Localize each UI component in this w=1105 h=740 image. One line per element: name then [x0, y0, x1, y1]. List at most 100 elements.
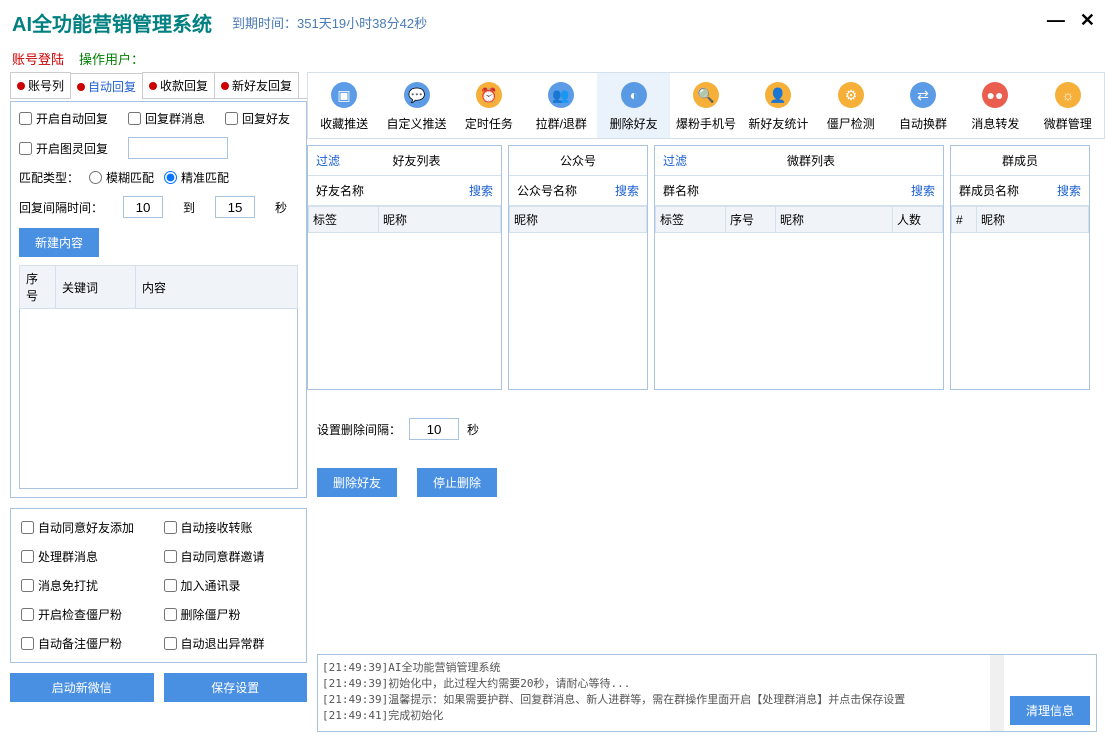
chk-exit-abnormal-group[interactable]: 自动退出异常群	[164, 635, 297, 652]
tab-accounts[interactable]: 账号列	[10, 72, 71, 98]
dot-icon	[149, 82, 157, 90]
toolbar-label: 自定义推送	[387, 115, 447, 132]
svg-text:💬: 💬	[408, 87, 426, 104]
friends-filter-link[interactable]: 过滤	[316, 152, 340, 169]
to-label: 到	[183, 199, 195, 216]
toolbar-icon: ▣	[328, 79, 360, 111]
toolbar-label: 消息转发	[971, 115, 1019, 132]
groups-panel: 过滤 微群列表 群名称 搜索 标签 序号 昵称 人数	[654, 145, 944, 390]
friends-body[interactable]	[308, 233, 501, 389]
log-text[interactable]: [21:49:39]AI全功能营销管理系统 [21:49:39]初始化中，此过程…	[318, 655, 990, 731]
chk-backup-zombie[interactable]: 自动备注僵尸粉	[21, 635, 154, 652]
countdown-label: 到期时间：	[232, 13, 297, 32]
toolbar-btn-3[interactable]: 👥 拉群/退群	[525, 73, 597, 138]
friends-col-nick[interactable]: 昵称	[379, 207, 501, 233]
toolbar-btn-0[interactable]: ▣收藏推送	[308, 73, 380, 138]
svg-text:▣: ▣	[338, 87, 351, 103]
radio-exact[interactable]: 精准匹配	[164, 169, 229, 186]
tab-payment-reply[interactable]: 收款回复	[142, 72, 215, 98]
start-wechat-button[interactable]: 启动新微信	[10, 673, 154, 702]
groups-title: 微群列表	[687, 152, 935, 169]
groups-col-count[interactable]: 人数	[893, 207, 943, 233]
public-col-nick[interactable]: 昵称	[510, 207, 647, 233]
chk-dnd[interactable]: 消息免打扰	[21, 577, 154, 594]
clear-log-button[interactable]: 清理信息	[1010, 696, 1090, 725]
col-keyword[interactable]: 关键词	[56, 266, 136, 309]
chk-auto-accept-group-invite[interactable]: 自动同意群邀请	[164, 548, 297, 565]
toolbar-btn-8[interactable]: ⇄自动换群	[887, 73, 959, 138]
close-button[interactable]: ✕	[1080, 10, 1095, 31]
members-search-button[interactable]: 搜索	[1057, 182, 1081, 199]
members-body[interactable]	[951, 233, 1089, 389]
toolbar-icon: 👥	[545, 79, 577, 111]
login-label[interactable]: 账号登陆	[12, 49, 64, 68]
tab-auto-reply[interactable]: 自动回复	[70, 73, 143, 99]
chk-delete-zombie[interactable]: 删除僵尸粉	[164, 606, 297, 623]
left-tabs: 账号列 自动回复 收款回复 新好友回复	[10, 72, 307, 99]
toolbar-label: 僵尸检测	[827, 115, 875, 132]
members-panel: 群成员 群成员名称 搜索 # 昵称	[950, 145, 1090, 390]
groups-col-tag[interactable]: 标签	[656, 207, 726, 233]
chk-auto-accept-transfer[interactable]: 自动接收转账	[164, 519, 297, 536]
toolbar-btn-9[interactable]: ●●消息转发	[959, 73, 1031, 138]
new-content-button[interactable]: 新建内容	[19, 228, 99, 257]
toolbar-btn-10[interactable]: ☼微群管理	[1032, 73, 1104, 138]
tab-newfriend-reply[interactable]: 新好友回复	[214, 72, 299, 98]
public-title: 公众号	[517, 152, 639, 169]
stop-delete-button[interactable]: 停止删除	[417, 468, 497, 497]
friends-panel: 过滤 好友列表 好友名称 搜索 标签 昵称	[307, 145, 502, 390]
radio-fuzzy[interactable]: 模糊匹配	[89, 169, 154, 186]
toolbar-label: 爆粉手机号	[676, 115, 736, 132]
friends-col-tag[interactable]: 标签	[309, 207, 379, 233]
toolbar-icon: ⏰	[473, 79, 505, 111]
tuling-input[interactable]	[128, 137, 228, 159]
interval-to-input[interactable]	[215, 196, 255, 218]
toolbar-icon: 💬	[401, 79, 433, 111]
toolbar-btn-4[interactable]: ◐ 删除好友	[597, 73, 669, 138]
chk-auto-accept-friend[interactable]: 自动同意好友添加	[21, 519, 154, 536]
groups-body[interactable]	[655, 233, 943, 389]
toolbar-label: 新好友统计	[748, 115, 808, 132]
members-col-nick[interactable]: 昵称	[977, 207, 1089, 233]
toolbar-label: 删除好友	[610, 115, 658, 132]
svg-text:◐: ◐	[629, 87, 637, 103]
toolbar-btn-7[interactable]: ⚙ 僵尸检测	[815, 73, 887, 138]
toolbar-icon: ◐	[618, 79, 650, 111]
groups-col-seq[interactable]: 序号	[726, 207, 776, 233]
members-col-hash[interactable]: #	[952, 207, 977, 233]
dot-icon	[77, 83, 85, 91]
chk-check-zombie[interactable]: 开启检查僵尸粉	[21, 606, 154, 623]
groups-filter-link[interactable]: 过滤	[663, 152, 687, 169]
groups-search-button[interactable]: 搜索	[911, 182, 935, 199]
toolbar-label: 微群管理	[1044, 115, 1092, 132]
log-scrollbar[interactable]	[990, 655, 1004, 731]
minimize-button[interactable]: —	[1047, 10, 1065, 31]
delete-interval-unit: 秒	[467, 421, 479, 438]
toolbar-btn-1[interactable]: 💬 自定义推送	[380, 73, 452, 138]
toolbar-btn-2[interactable]: ⏰定时任务	[453, 73, 525, 138]
col-content[interactable]: 内容	[136, 266, 298, 309]
toolbar-label: 拉群/退群	[536, 115, 587, 132]
interval-from-input[interactable]	[123, 196, 163, 218]
groups-col-nick[interactable]: 昵称	[776, 207, 893, 233]
chk-reply-friend[interactable]: 回复好友	[225, 110, 290, 127]
delete-interval-input[interactable]	[409, 418, 459, 440]
dot-icon	[221, 82, 229, 90]
reply-table: 序号 关键词 内容	[19, 265, 298, 489]
chk-reply-group[interactable]: 回复群消息	[128, 110, 205, 127]
delete-friends-button[interactable]: 删除好友	[317, 468, 397, 497]
chk-tuling[interactable]: 开启图灵回复	[19, 140, 108, 157]
chk-enable-auto-reply[interactable]: 开启自动回复	[19, 110, 108, 127]
save-settings-button[interactable]: 保存设置	[164, 673, 308, 702]
col-seq[interactable]: 序号	[20, 266, 56, 309]
toolbar-icon: ⚙	[835, 79, 867, 111]
main-toolbar: ▣收藏推送💬自定义推送⏰定时任务👥拉群/退群◐删除好友🔍爆粉手机号👤新好友统计⚙…	[307, 72, 1105, 139]
public-body[interactable]	[509, 233, 647, 389]
toolbar-btn-6[interactable]: 👤新好友统计	[742, 73, 814, 138]
chk-process-group-msg[interactable]: 处理群消息	[21, 548, 154, 565]
interval-unit: 秒	[275, 199, 287, 216]
toolbar-btn-5[interactable]: 🔍爆粉手机号	[670, 73, 742, 138]
chk-add-contacts[interactable]: 加入通讯录	[164, 577, 297, 594]
friends-search-button[interactable]: 搜索	[469, 182, 493, 199]
public-search-button[interactable]: 搜索	[615, 182, 639, 199]
